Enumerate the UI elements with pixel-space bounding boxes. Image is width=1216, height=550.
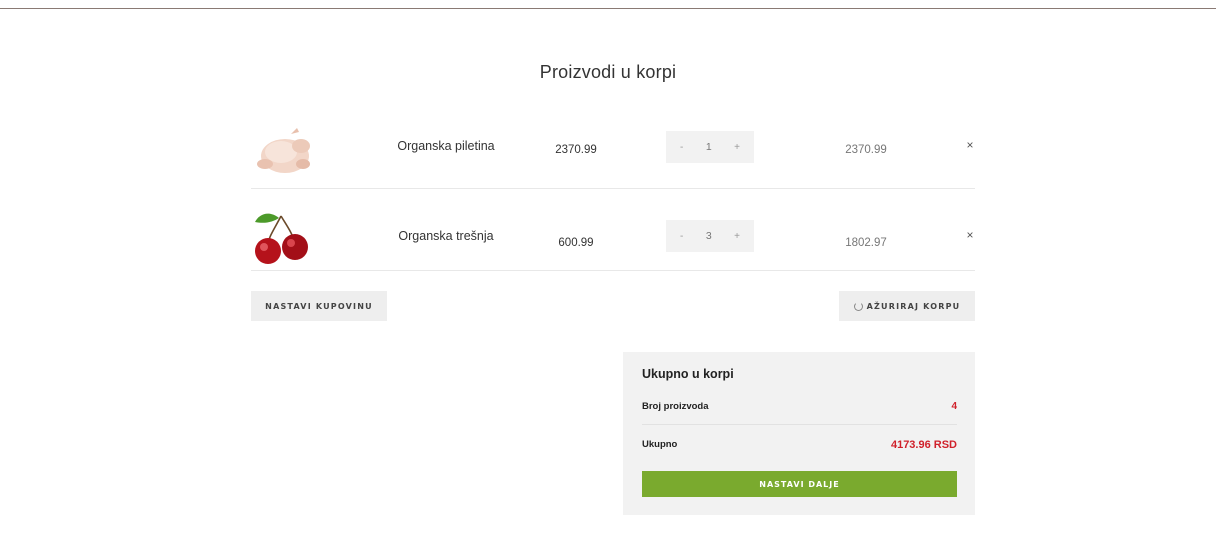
increase-button[interactable]: + bbox=[734, 142, 740, 153]
spinner-icon bbox=[853, 301, 863, 311]
cherry-image bbox=[255, 213, 308, 264]
checkout-label: NASTAVI DALJE bbox=[759, 479, 840, 489]
remove-item-button[interactable]: × bbox=[964, 228, 976, 242]
line-total: 2370.99 bbox=[845, 144, 887, 156]
quantity-stepper: - 3 + bbox=[666, 220, 754, 252]
continue-shopping-label: NASTAVI KUPOVINU bbox=[265, 301, 373, 311]
product-name[interactable]: Organska trešnja bbox=[381, 229, 511, 243]
item-count-row: Broj proizvoda 4 bbox=[642, 401, 957, 412]
line-total: 1802.97 bbox=[845, 237, 887, 249]
totals-heading: Ukupno u korpi bbox=[642, 367, 734, 381]
totals-divider bbox=[642, 424, 957, 425]
cart-row: Organska piletina 2370.99 - 1 + 2370.99 … bbox=[251, 100, 975, 189]
cart-row: Organska trešnja 600.99 - 3 + 1802.97 × bbox=[251, 182, 975, 271]
checkout-button[interactable]: NASTAVI DALJE bbox=[642, 471, 957, 497]
grand-total-label: Ukupno bbox=[642, 439, 678, 450]
page-title: Proizvodi u korpi bbox=[539, 62, 677, 82]
decrease-button[interactable]: - bbox=[680, 231, 683, 242]
cart-totals-panel: Ukupno u korpi Broj proizvoda 4 Ukupno 4… bbox=[623, 352, 975, 515]
product-name[interactable]: Organska piletina bbox=[381, 139, 511, 153]
grand-total-row: Ukupno 4173.96 RSD bbox=[642, 439, 957, 451]
product-price: 600.99 bbox=[558, 237, 594, 249]
top-divider bbox=[0, 8, 1216, 9]
decrease-button[interactable]: - bbox=[680, 142, 683, 153]
item-count-value: 4 bbox=[951, 401, 957, 412]
increase-button[interactable]: + bbox=[734, 231, 740, 242]
quantity-value[interactable]: 3 bbox=[706, 230, 712, 242]
continue-shopping-button[interactable]: NASTAVI KUPOVINU bbox=[251, 291, 387, 321]
item-count-label: Broj proizvoda bbox=[642, 401, 709, 412]
quantity-stepper: - 1 + bbox=[666, 131, 754, 163]
grand-total-value: 4173.96 RSD bbox=[890, 439, 957, 451]
update-cart-label: AŽURIRAJ KORPU bbox=[866, 301, 961, 311]
quantity-value[interactable]: 1 bbox=[706, 141, 712, 153]
product-price: 2370.99 bbox=[555, 144, 597, 156]
chicken-image bbox=[257, 128, 310, 173]
update-cart-button[interactable]: AŽURIRAJ KORPU bbox=[839, 291, 975, 321]
remove-item-button[interactable]: × bbox=[964, 138, 976, 152]
